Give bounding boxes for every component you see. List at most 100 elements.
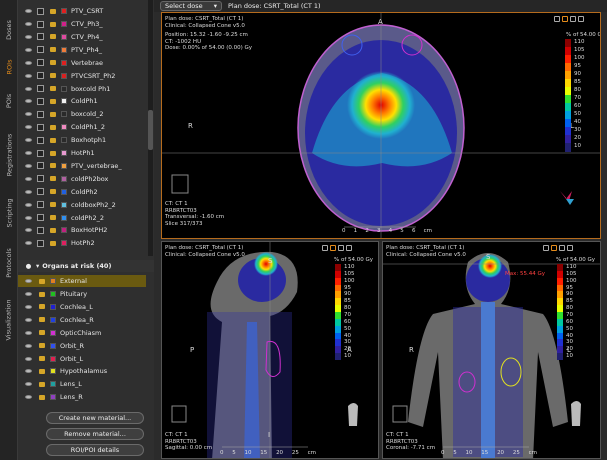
eye-icon[interactable] [24, 367, 33, 375]
oar_list-row[interactable]: Lens_L [18, 378, 146, 390]
eye-icon[interactable] [24, 380, 33, 388]
visibility-checkbox[interactable] [37, 149, 44, 157]
eye-icon[interactable] [24, 46, 33, 54]
visibility-checkbox[interactable] [37, 33, 44, 41]
color-swatch[interactable] [61, 59, 67, 66]
eye-icon[interactable] [24, 316, 33, 324]
visibility-checkbox[interactable] [37, 239, 44, 247]
visibility-checkbox[interactable] [37, 7, 44, 15]
eye-icon[interactable] [24, 290, 33, 298]
lock-icon[interactable] [48, 33, 57, 41]
color-swatch[interactable] [61, 137, 67, 144]
roi_list-row[interactable]: ColdPh2 [18, 186, 146, 198]
tab-protocols[interactable]: Protocols [0, 240, 18, 285]
eye-icon[interactable] [24, 303, 33, 311]
eye-icon[interactable] [24, 59, 33, 67]
color-swatch[interactable] [61, 85, 67, 92]
lock-icon[interactable] [48, 123, 57, 131]
lock-icon[interactable] [48, 7, 57, 15]
lock-icon[interactable] [48, 20, 57, 28]
lock-icon[interactable] [37, 355, 46, 363]
color-swatch[interactable] [50, 342, 56, 349]
gear-icon[interactable] [338, 245, 344, 251]
eye-icon[interactable] [24, 355, 33, 363]
lock-icon[interactable] [48, 214, 57, 222]
color-swatch[interactable] [61, 98, 67, 105]
lock-icon[interactable] [37, 380, 46, 388]
tab-rois[interactable]: ROIs [0, 52, 18, 82]
lock-icon[interactable] [37, 393, 46, 401]
eye-icon[interactable] [24, 239, 33, 247]
visibility-checkbox[interactable] [37, 20, 44, 28]
chevron-down-icon[interactable]: ▾ [36, 262, 39, 270]
lock-icon[interactable] [37, 329, 46, 337]
tab-doses[interactable]: Doses [0, 10, 18, 50]
roi_list-row[interactable]: boxcold Ph1 [18, 82, 146, 94]
visibility-checkbox[interactable] [37, 72, 44, 80]
visibility-checkbox[interactable] [37, 214, 44, 222]
lock-icon[interactable] [37, 342, 46, 350]
eye-icon[interactable] [24, 123, 33, 131]
oar_list-row[interactable]: OpticChiasm [18, 327, 146, 339]
color-swatch[interactable] [50, 329, 56, 336]
maximize-icon[interactable] [578, 16, 584, 22]
visibility-checkbox[interactable] [37, 188, 44, 196]
sagittal-view[interactable]: Plan dose: CSRT_Total (CT 1) Clinical: Co… [161, 241, 379, 459]
select-dose-dropdown[interactable]: Select dose ▾ [160, 1, 222, 11]
zoom-icon[interactable] [551, 245, 557, 251]
visibility-checkbox[interactable] [37, 226, 44, 234]
oar_list-row[interactable]: Lens_R [18, 391, 146, 403]
zoom-icon[interactable] [562, 16, 568, 22]
roi_list-row[interactable]: PTV_CSRT [18, 5, 146, 17]
roi_list-row[interactable]: CTV_Ph3_ [18, 18, 146, 30]
eye-icon[interactable] [24, 201, 33, 209]
color-swatch[interactable] [50, 291, 56, 298]
eye-icon[interactable] [24, 33, 33, 41]
eye-icon[interactable] [24, 162, 33, 170]
color-swatch[interactable] [61, 240, 67, 247]
oar_list-row[interactable]: Orbit_R [18, 340, 146, 352]
eye-icon[interactable] [24, 149, 33, 157]
visibility-checkbox[interactable] [37, 201, 44, 209]
oar_list-row[interactable]: Pituitary [18, 288, 146, 300]
coronal-view[interactable]: Plan dose: CSRT_Total (CT 1) Clinical: Co… [382, 241, 601, 459]
remove-material-button[interactable]: Remove material... [46, 428, 144, 440]
eye-icon[interactable] [24, 136, 33, 144]
color-swatch[interactable] [61, 111, 67, 118]
oar_list-row[interactable]: Hypothalamus [18, 365, 146, 377]
visibility-checkbox[interactable] [37, 59, 44, 67]
color-swatch[interactable] [61, 175, 67, 182]
roi_list-row[interactable]: HotPh2 [18, 237, 146, 249]
lock-icon[interactable] [48, 239, 57, 247]
lock-icon[interactable] [37, 367, 46, 375]
eye-icon[interactable] [24, 110, 33, 118]
scrollbar-thumb[interactable] [148, 110, 153, 150]
color-swatch[interactable] [50, 355, 56, 362]
roi_list-row[interactable]: PTV_vertebrae_ [18, 160, 146, 172]
eye-icon[interactable] [24, 20, 33, 28]
visibility-checkbox[interactable] [37, 85, 44, 93]
eye-icon[interactable] [24, 329, 33, 337]
color-swatch[interactable] [61, 201, 67, 208]
visibility-checkbox[interactable] [37, 110, 44, 118]
eye-icon[interactable] [24, 7, 33, 15]
eye-icon[interactable]: ● [24, 262, 33, 270]
gear-icon[interactable] [559, 245, 565, 251]
eye-icon[interactable] [24, 97, 33, 105]
lock-icon[interactable] [37, 290, 46, 298]
tab-visualization[interactable]: Visualization [0, 290, 18, 350]
oar_list-row[interactable]: Orbit_L [18, 352, 146, 364]
eye-icon[interactable] [24, 226, 33, 234]
color-swatch[interactable] [61, 227, 67, 234]
lock-icon[interactable] [48, 46, 57, 54]
eye-icon[interactable] [24, 393, 33, 401]
eye-icon[interactable] [24, 175, 33, 183]
tab-registrations[interactable]: Registrations [0, 125, 18, 185]
lock-icon[interactable] [37, 277, 46, 285]
color-swatch[interactable] [50, 368, 56, 375]
lock-icon[interactable] [48, 175, 57, 183]
lock-icon[interactable] [48, 110, 57, 118]
eye-icon[interactable] [24, 85, 33, 93]
color-swatch[interactable] [61, 33, 67, 40]
roi_list-row[interactable]: coldPh2_2 [18, 211, 146, 223]
